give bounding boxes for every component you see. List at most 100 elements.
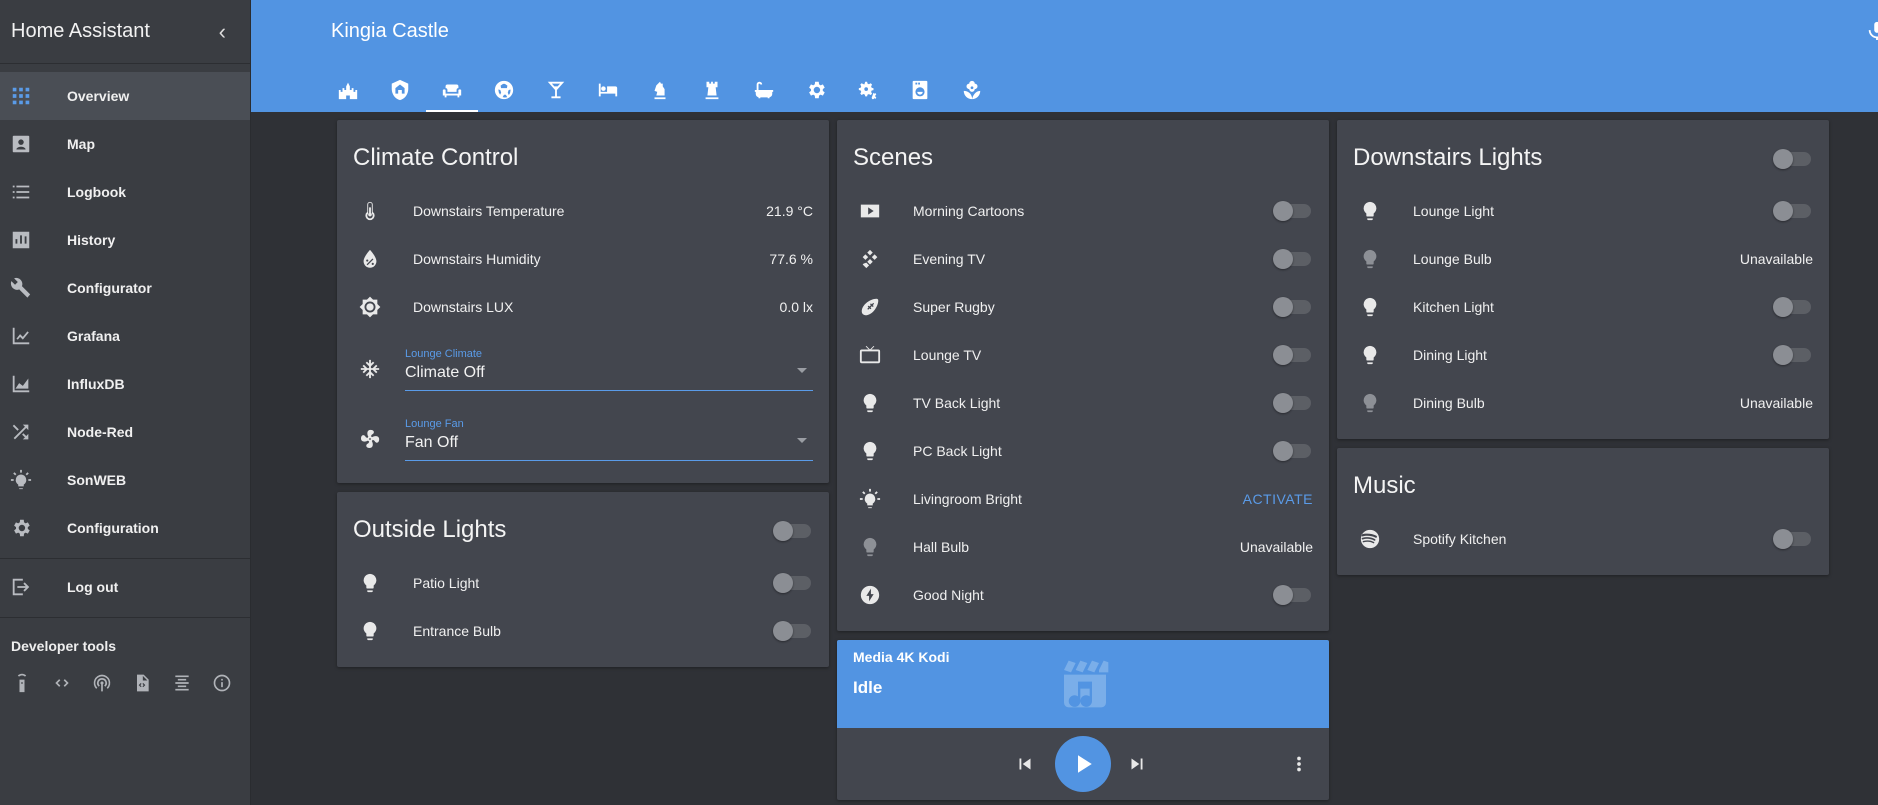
scene-row[interactable]: Morning Cartoons	[837, 187, 1329, 235]
castle-icon	[337, 79, 359, 101]
tab-knight[interactable]	[634, 68, 686, 112]
gear-icon	[10, 517, 54, 539]
scene-row[interactable]: PC Back Light	[837, 427, 1329, 475]
light-row[interactable]: Dining Bulb Unavailable	[1337, 379, 1829, 427]
sensor-row[interactable]: Downstairs Temperature 21.9 °C	[337, 187, 829, 235]
play-button[interactable]	[1055, 736, 1111, 792]
lightbulb-icon	[1359, 200, 1399, 222]
sidebar: Home Assistant ‹ Overview Map Logbook Hi…	[0, 0, 251, 805]
music-row[interactable]: Spotify Kitchen	[1337, 515, 1829, 563]
activate-button[interactable]: ACTIVATE	[1243, 491, 1313, 507]
sidebar-item-label: Node-Red	[67, 424, 134, 440]
outside-lights-toggle[interactable]	[773, 521, 811, 541]
sidebar-item-overview[interactable]: Overview	[0, 72, 250, 120]
sidebar-item-influxdb[interactable]: InfluxDB	[0, 360, 250, 408]
scroll-icon[interactable]	[171, 672, 193, 694]
sidebar-item-grafana[interactable]: Grafana	[0, 312, 250, 360]
sidebar-item-configuration[interactable]: Configuration	[0, 504, 250, 552]
lounge-climate-select[interactable]: Lounge Climate Climate Off	[405, 340, 813, 391]
scene-row[interactable]: TV Back Light	[837, 379, 1329, 427]
cocktail-icon	[545, 79, 567, 101]
light-label: Kitchen Light	[1413, 299, 1494, 315]
light-row[interactable]: Dining Light	[1337, 331, 1829, 379]
light-label: Lounge Light	[1413, 203, 1494, 219]
light-row[interactable]: Patio Light	[337, 559, 829, 607]
scene-row[interactable]: Good Night	[837, 571, 1329, 619]
downstairs-lights-toggle[interactable]	[1773, 149, 1811, 169]
sidebar-item-configurator[interactable]: Configurator	[0, 264, 250, 312]
tab-laundry[interactable]	[894, 68, 946, 112]
sidebar-item-history[interactable]: History	[0, 216, 250, 264]
scene-toggle[interactable]	[1273, 297, 1311, 317]
tab-lounge[interactable]	[426, 68, 478, 112]
sidebar-item-sonweb[interactable]: SonWEB	[0, 456, 250, 504]
sensor-row[interactable]: Downstairs LUX 0.0 lx	[337, 283, 829, 331]
tab-settings[interactable]	[790, 68, 842, 112]
sidebar-item-label: Logbook	[67, 184, 127, 200]
scene-toggle[interactable]	[1273, 249, 1311, 269]
spotify-kitchen-toggle[interactable]	[1773, 529, 1811, 549]
scene-toggle[interactable]	[1273, 585, 1311, 605]
light-toggle[interactable]	[1773, 201, 1811, 221]
light-row[interactable]: Lounge Bulb Unavailable	[1337, 235, 1829, 283]
sidebar-item-label: Configuration	[67, 520, 159, 536]
card-title: Climate Control	[353, 144, 519, 171]
light-toggle[interactable]	[1773, 345, 1811, 365]
lounge-fan-select[interactable]: Lounge Fan Fan Off	[405, 410, 813, 461]
sensor-row[interactable]: Downstairs Humidity 77.6 %	[337, 235, 829, 283]
tab-system[interactable]	[842, 68, 894, 112]
tab-rook[interactable]	[686, 68, 738, 112]
scene-row[interactable]: Super Rugby	[837, 283, 1329, 331]
tab-security[interactable]	[374, 68, 426, 112]
status-text: Unavailable	[1739, 395, 1813, 411]
light-row[interactable]: Kitchen Light	[1337, 283, 1829, 331]
tab-castle[interactable]	[322, 68, 374, 112]
status-text: Unavailable	[1739, 251, 1813, 267]
tab-bedroom[interactable]	[582, 68, 634, 112]
info-icon[interactable]	[211, 672, 233, 694]
lightbulb-on-icon	[10, 469, 54, 491]
select-label: Lounge Climate	[405, 348, 483, 360]
previous-track-button[interactable]	[1013, 752, 1037, 776]
tab-bar[interactable]	[530, 68, 582, 112]
chevron-left-icon[interactable]: ‹	[219, 19, 226, 45]
media-header[interactable]: Media 4K Kodi Idle	[837, 640, 1329, 728]
sidebar-item-label: History	[67, 232, 116, 248]
media-player-card: Media 4K Kodi Idle	[837, 640, 1329, 800]
scene-toggle[interactable]	[1273, 201, 1311, 221]
remote-icon[interactable]	[11, 672, 33, 694]
light-row[interactable]: Lounge Light	[1337, 187, 1829, 235]
sidebar-item-logbook[interactable]: Logbook	[0, 168, 250, 216]
entrance-bulb-toggle[interactable]	[773, 621, 811, 641]
caret-down-icon	[797, 438, 807, 443]
scene-row[interactable]: Evening TV	[837, 235, 1329, 283]
tab-garden[interactable]	[946, 68, 998, 112]
scene-label: Evening TV	[913, 251, 986, 267]
light-row[interactable]: Entrance Bulb	[337, 607, 829, 655]
patio-light-toggle[interactable]	[773, 573, 811, 593]
caret-down-icon	[797, 368, 807, 373]
sensor-value: 21.9 °C	[766, 203, 813, 219]
sidebar-item-node-red[interactable]: Node-Red	[0, 408, 250, 456]
scenes-card: Scenes Morning Cartoons Evening TV Super…	[837, 120, 1329, 631]
sidebar-item-map[interactable]: Map	[0, 120, 250, 168]
code-icon[interactable]	[51, 672, 73, 694]
next-track-button[interactable]	[1125, 752, 1149, 776]
light-toggle[interactable]	[1773, 297, 1811, 317]
tab-sport[interactable]	[478, 68, 530, 112]
sidebar-item-label: Grafana	[67, 328, 120, 344]
file-code-icon[interactable]	[131, 672, 153, 694]
scene-row[interactable]: Hall Bulb Unavailable	[837, 523, 1329, 571]
scene-row[interactable]: Lounge TV	[837, 331, 1329, 379]
app-title: Home Assistant	[11, 20, 150, 42]
broadcast-icon[interactable]	[91, 672, 113, 694]
tab-bathroom[interactable]	[738, 68, 790, 112]
microphone-icon[interactable]	[1866, 20, 1878, 40]
sidebar-item-logout[interactable]: Log out	[0, 563, 250, 611]
scene-toggle[interactable]	[1273, 345, 1311, 365]
lightbulb-icon	[859, 536, 899, 558]
scene-label: PC Back Light	[913, 443, 1002, 459]
scene-toggle[interactable]	[1273, 393, 1311, 413]
more-options-icon[interactable]	[1287, 752, 1311, 776]
scene-toggle[interactable]	[1273, 441, 1311, 461]
